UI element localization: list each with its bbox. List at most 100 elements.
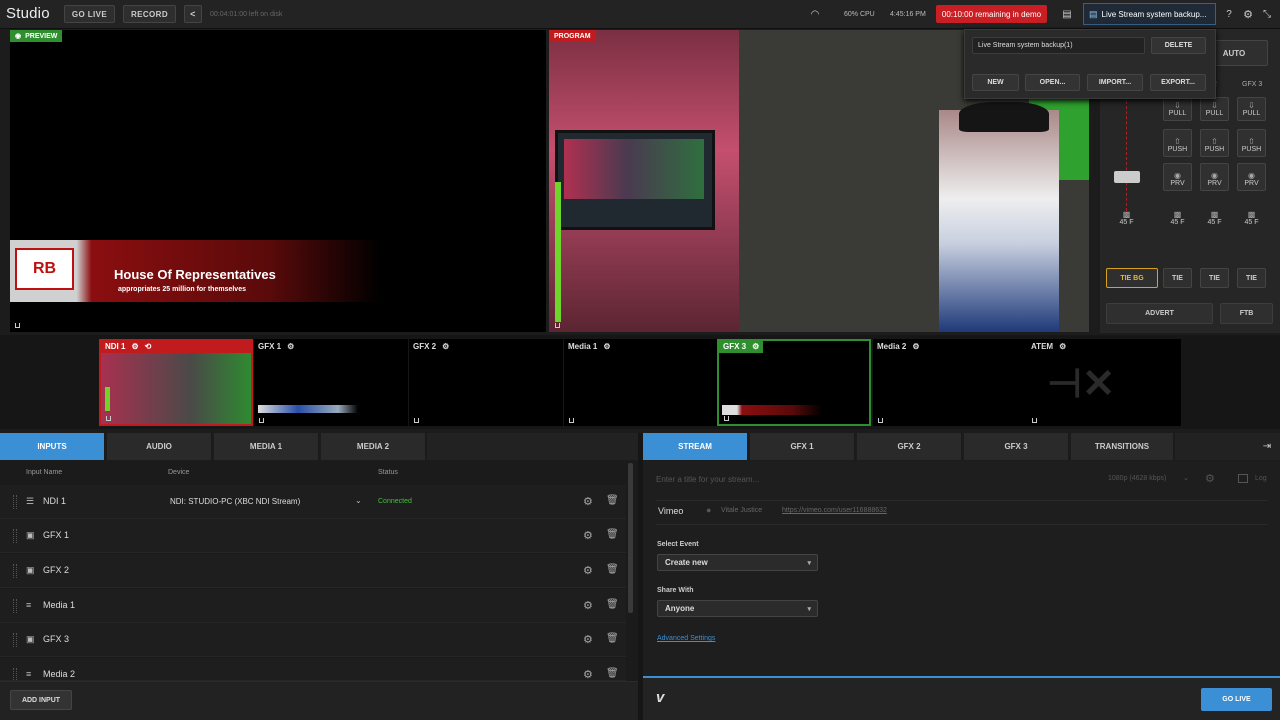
gear-icon[interactable]: ⚙ xyxy=(442,342,449,351)
preview-monitor[interactable]: ◉ PREVIEW RB House Of Representatives app… xyxy=(10,30,546,332)
advert-button[interactable]: ADVERT xyxy=(1106,303,1213,324)
gear-icon[interactable]: ⚙ xyxy=(583,599,593,612)
tab-transitions[interactable]: TRANSITIONS xyxy=(1071,433,1174,460)
push-button-gfx3[interactable]: ⇧ PUSH xyxy=(1237,129,1266,157)
gear-icon[interactable]: ⚙ xyxy=(583,668,593,680)
import-button[interactable]: IMPORT... xyxy=(1087,74,1143,91)
gear-icon[interactable]: ⚙ xyxy=(752,342,759,351)
thumb-ndi1[interactable]: NDI 1 ⚙ ⟲ xyxy=(99,339,253,426)
drag-handle[interactable] xyxy=(13,599,17,613)
tab-gfx2[interactable]: GFX 2 xyxy=(857,433,962,460)
thumb-gfx2[interactable]: GFX 2 ⚙ xyxy=(409,339,563,426)
push-button-gfx1[interactable]: ⇧ PUSH xyxy=(1163,129,1192,157)
preview-button-gfx2[interactable]: ◉ PRV xyxy=(1200,163,1229,191)
thumb-gfx3[interactable]: GFX 3 ⚙ xyxy=(717,339,871,426)
drag-handle[interactable] xyxy=(13,529,17,543)
tie-button-gfx2[interactable]: TIE xyxy=(1200,268,1229,288)
account-link[interactable]: https://vimeo.com/user116888632 xyxy=(782,507,887,514)
advanced-settings-link[interactable]: Advanced Settings xyxy=(657,635,715,642)
chevron-down-icon[interactable]: ⌄ xyxy=(355,496,362,505)
pull-button-gfx1[interactable]: ⇩ PULL xyxy=(1163,97,1192,121)
tab-audio[interactable]: AUDIO xyxy=(107,433,212,460)
drag-handle[interactable] xyxy=(13,633,17,647)
transition-duration-gfx2[interactable]: ▩ 45 F xyxy=(1200,201,1229,229)
add-input-button[interactable]: ADD INPUT xyxy=(10,690,72,710)
ftb-button[interactable]: FTB xyxy=(1220,303,1273,324)
delete-button[interactable]: DELETE xyxy=(1151,37,1206,54)
trash-icon[interactable]: 🗑 xyxy=(606,495,619,506)
chevron-down-icon[interactable]: ⌄ xyxy=(1183,474,1189,482)
gear-icon[interactable]: ⚙ xyxy=(583,633,593,646)
headphones-icon[interactable]: ◠ xyxy=(808,8,822,20)
tab-gfx1[interactable]: GFX 1 xyxy=(750,433,855,460)
preview-button-gfx3[interactable]: ◉ PRV xyxy=(1237,163,1266,191)
transition-duration-gfx1[interactable]: ▩ 45 F xyxy=(1163,201,1192,229)
export-button[interactable]: EXPORT... xyxy=(1150,74,1206,91)
collapse-icon[interactable]: ⤡ xyxy=(1260,7,1274,21)
trash-icon[interactable]: 🗑 xyxy=(606,599,619,610)
scrollbar[interactable] xyxy=(628,463,633,613)
gear-icon[interactable]: ⚙ xyxy=(1059,342,1066,351)
gear-icon[interactable]: ⚙ xyxy=(131,342,138,351)
tie-button-gfx1[interactable]: TIE xyxy=(1163,268,1192,288)
preview-button-gfx1[interactable]: ◉ PRV xyxy=(1163,163,1192,191)
file-name-field[interactable]: Live Stream system backup(1) xyxy=(972,37,1145,54)
tab-gfx3[interactable]: GFX 3 xyxy=(964,433,1069,460)
document-icon: ▤ xyxy=(1089,8,1098,19)
table-row[interactable]: ▣ GFX 1 ⚙ 🗑 xyxy=(0,519,626,553)
table-row[interactable]: ≡ Media 2 ⚙ 🗑 xyxy=(0,658,626,681)
settings-gear-icon[interactable]: ⚙ xyxy=(1241,7,1255,21)
trash-icon[interactable]: 🗑 xyxy=(606,564,619,575)
drag-handle[interactable] xyxy=(13,495,17,509)
new-button[interactable]: NEW xyxy=(972,74,1019,91)
log-icon[interactable] xyxy=(1238,474,1248,483)
thumb-media1[interactable]: Media 1 ⚙ xyxy=(564,339,718,426)
collapse-panel-icon[interactable]: ⇥ xyxy=(1261,440,1273,452)
file-menu-button[interactable]: ▤ Live Stream system backup... xyxy=(1083,3,1216,25)
trash-icon[interactable]: 🗑 xyxy=(606,668,619,679)
select-event-dropdown[interactable]: Create new xyxy=(657,554,818,571)
transition-duration-main[interactable]: ▩ 45 F xyxy=(1112,201,1141,229)
help-icon[interactable]: ? xyxy=(1222,8,1236,20)
gear-icon[interactable]: ⚙ xyxy=(912,342,919,351)
thumb-media2[interactable]: Media 2 ⚙ xyxy=(873,339,1027,426)
gear-icon[interactable]: ⚙ xyxy=(583,529,593,542)
layout-icon[interactable]: ▤ xyxy=(1058,7,1076,21)
gear-icon[interactable]: ⚙ xyxy=(583,495,593,508)
gear-icon[interactable]: ⚙ xyxy=(583,564,593,577)
t-bar-handle[interactable] xyxy=(1114,171,1140,183)
tab-media1[interactable]: MEDIA 1 xyxy=(214,433,319,460)
gear-icon[interactable]: ⚙ xyxy=(287,342,294,351)
transition-duration-gfx3[interactable]: ▩ 45 F xyxy=(1237,201,1266,229)
quality-select[interactable]: 1080p (4628 kbps) xyxy=(1108,475,1166,482)
drag-handle[interactable] xyxy=(13,564,17,578)
thumb-atem[interactable]: ATEM ⚙ ⊣✕ xyxy=(1027,339,1181,426)
device-select[interactable]: NDI: STUDIO-PC (XBC NDI Stream) xyxy=(170,497,300,506)
share-icon[interactable]: < xyxy=(184,5,202,23)
record-button[interactable]: RECORD xyxy=(123,5,176,23)
gear-icon[interactable]: ⚙ xyxy=(603,342,610,351)
share-with-dropdown[interactable]: Anyone xyxy=(657,600,818,617)
table-row[interactable]: ≡ Media 1 ⚙ 🗑 xyxy=(0,589,626,623)
thumb-gfx1[interactable]: GFX 1 ⚙ xyxy=(254,339,408,426)
stream-title-input[interactable]: Enter a title for your stream... xyxy=(656,475,1092,485)
trash-icon[interactable]: 🗑 xyxy=(606,633,619,644)
open-button[interactable]: OPEN... xyxy=(1025,74,1080,91)
table-row[interactable]: ▣ GFX 2 ⚙ 🗑 xyxy=(0,554,626,588)
go-live-button[interactable]: GO LIVE xyxy=(64,5,115,23)
gear-icon[interactable]: ⚙ xyxy=(1205,472,1215,485)
push-button-gfx2[interactable]: ⇧ PUSH xyxy=(1200,129,1229,157)
table-row[interactable]: ▣ GFX 3 ⚙ 🗑 xyxy=(0,623,626,657)
tab-stream[interactable]: STREAM xyxy=(643,433,748,460)
drag-handle[interactable] xyxy=(13,668,17,680)
tie-button-gfx3[interactable]: TIE xyxy=(1237,268,1266,288)
log-label[interactable]: Log xyxy=(1255,475,1267,482)
stream-go-live-button[interactable]: GO LIVE xyxy=(1201,688,1272,711)
pull-button-gfx3[interactable]: ⇩ PULL xyxy=(1237,97,1266,121)
tab-media2[interactable]: MEDIA 2 xyxy=(321,433,426,460)
tab-inputs[interactable]: INPUTS xyxy=(0,433,105,460)
tie-bg-button[interactable]: TIE BG xyxy=(1106,268,1158,288)
trash-icon[interactable]: 🗑 xyxy=(606,529,619,540)
pull-button-gfx2[interactable]: ⇩ PULL xyxy=(1200,97,1229,121)
table-row[interactable]: ☰ NDI 1 NDI: STUDIO-PC (XBC NDI Stream) … xyxy=(0,485,626,519)
